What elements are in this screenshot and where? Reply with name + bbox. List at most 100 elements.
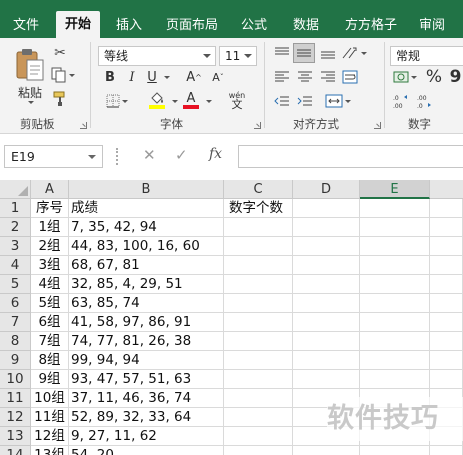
increase-decimal-button[interactable]: .0.00 bbox=[390, 92, 412, 110]
merge-center-button[interactable] bbox=[318, 92, 358, 110]
wrap-text-button[interactable] bbox=[340, 68, 360, 86]
cell-d9[interactable] bbox=[293, 351, 360, 370]
align-bottom-button[interactable] bbox=[318, 44, 338, 62]
cell-b12[interactable]: 52, 89, 32, 33, 64 bbox=[69, 408, 224, 427]
align-top-button[interactable] bbox=[272, 44, 292, 62]
cell-f3[interactable] bbox=[430, 237, 463, 256]
row-header[interactable]: 8 bbox=[0, 332, 31, 351]
row-header[interactable]: 9 bbox=[0, 351, 31, 370]
cell-e5[interactable] bbox=[360, 275, 430, 294]
select-all-button[interactable] bbox=[0, 180, 31, 199]
column-header-b[interactable]: B bbox=[69, 180, 224, 199]
row-header[interactable]: 5 bbox=[0, 275, 31, 294]
row-header[interactable]: 10 bbox=[0, 370, 31, 389]
formula-input[interactable] bbox=[238, 145, 463, 168]
cell-b3[interactable]: 44, 83, 100, 16, 60 bbox=[69, 237, 224, 256]
cell-d6[interactable] bbox=[293, 294, 360, 313]
insert-function-button[interactable]: fx bbox=[209, 146, 222, 162]
row-header[interactable]: 3 bbox=[0, 237, 31, 256]
row-header[interactable]: 6 bbox=[0, 294, 31, 313]
cell-c11[interactable] bbox=[224, 389, 293, 408]
decrease-indent-button[interactable] bbox=[272, 92, 292, 110]
cell-b8[interactable]: 74, 77, 81, 26, 38 bbox=[69, 332, 224, 351]
percent-style-button[interactable]: % bbox=[424, 67, 444, 87]
decrease-decimal-button[interactable]: .00.0 bbox=[414, 92, 436, 110]
bold-button[interactable]: B bbox=[102, 68, 118, 86]
cell-d3[interactable] bbox=[293, 237, 360, 256]
cell-f9[interactable] bbox=[430, 351, 463, 370]
cell-d10[interactable] bbox=[293, 370, 360, 389]
cell-b9[interactable]: 99, 94, 94 bbox=[69, 351, 224, 370]
cell-b2[interactable]: 7, 35, 42, 94 bbox=[69, 218, 224, 237]
cell-b1[interactable]: 成绩 bbox=[69, 199, 224, 218]
increase-indent-button[interactable] bbox=[295, 92, 315, 110]
cell-a10[interactable]: 9组 bbox=[31, 370, 69, 389]
cell-a8[interactable]: 7组 bbox=[31, 332, 69, 351]
column-header-e[interactable]: E bbox=[360, 180, 430, 199]
column-header-f[interactable] bbox=[430, 180, 463, 199]
row-header[interactable]: 12 bbox=[0, 408, 31, 427]
cell-c10[interactable] bbox=[224, 370, 293, 389]
format-painter-button[interactable] bbox=[50, 90, 70, 108]
cell-f2[interactable] bbox=[430, 218, 463, 237]
row-header[interactable]: 11 bbox=[0, 389, 31, 408]
row-header[interactable]: 2 bbox=[0, 218, 31, 237]
font-size-select[interactable]: 11 bbox=[219, 46, 257, 66]
cell-a13[interactable]: 12组 bbox=[31, 427, 69, 446]
column-header-c[interactable]: C bbox=[224, 180, 293, 199]
phonetic-button[interactable]: wén 文 bbox=[222, 90, 252, 110]
cell-e6[interactable] bbox=[360, 294, 430, 313]
cell-c14[interactable] bbox=[224, 446, 293, 455]
text-direction-button[interactable] bbox=[340, 44, 368, 62]
cell-e10[interactable] bbox=[360, 370, 430, 389]
cell-f4[interactable] bbox=[430, 256, 463, 275]
cell-f1[interactable] bbox=[430, 199, 463, 218]
cell-b13[interactable]: 9, 27, 11, 62 bbox=[69, 427, 224, 446]
font-color-dropdown-icon[interactable] bbox=[206, 100, 212, 103]
cell-f10[interactable] bbox=[430, 370, 463, 389]
cell-c12[interactable] bbox=[224, 408, 293, 427]
decrease-font-button[interactable]: Aˇ bbox=[208, 68, 228, 86]
cell-d1[interactable] bbox=[293, 199, 360, 218]
fill-color-dropdown-icon[interactable] bbox=[172, 100, 178, 103]
increase-font-button[interactable]: A ^ bbox=[184, 68, 204, 86]
cell-b7[interactable]: 41, 58, 97, 86, 91 bbox=[69, 313, 224, 332]
cut-button[interactable]: ✂ bbox=[50, 44, 70, 62]
cell-b6[interactable]: 63, 85, 74 bbox=[69, 294, 224, 313]
cell-a4[interactable]: 3组 bbox=[31, 256, 69, 275]
cell-c5[interactable] bbox=[224, 275, 293, 294]
row-header[interactable]: 13 bbox=[0, 427, 31, 446]
row-header[interactable]: 7 bbox=[0, 313, 31, 332]
font-color-button[interactable]: A bbox=[180, 90, 202, 110]
row-header[interactable]: 1 bbox=[0, 199, 31, 218]
cell-b5[interactable]: 32, 85, 4, 29, 51 bbox=[69, 275, 224, 294]
underline-dropdown-icon[interactable] bbox=[164, 76, 170, 79]
font-name-select[interactable]: 等线 bbox=[98, 46, 216, 66]
cell-c6[interactable] bbox=[224, 294, 293, 313]
cell-d8[interactable] bbox=[293, 332, 360, 351]
cell-c8[interactable] bbox=[224, 332, 293, 351]
cell-c3[interactable] bbox=[224, 237, 293, 256]
cell-e14[interactable] bbox=[360, 446, 430, 455]
cell-b4[interactable]: 68, 67, 81 bbox=[69, 256, 224, 275]
cell-f8[interactable] bbox=[430, 332, 463, 351]
clipboard-launcher-icon[interactable] bbox=[80, 122, 87, 129]
row-header[interactable]: 4 bbox=[0, 256, 31, 275]
cell-e3[interactable] bbox=[360, 237, 430, 256]
borders-button[interactable] bbox=[100, 92, 134, 110]
accounting-format-button[interactable] bbox=[390, 68, 420, 86]
cell-d5[interactable] bbox=[293, 275, 360, 294]
font-launcher-icon[interactable] bbox=[254, 122, 261, 129]
cell-e2[interactable] bbox=[360, 218, 430, 237]
cell-f5[interactable] bbox=[430, 275, 463, 294]
cell-d7[interactable] bbox=[293, 313, 360, 332]
alignment-launcher-icon[interactable] bbox=[374, 122, 381, 129]
underline-button[interactable]: U bbox=[144, 68, 160, 86]
cell-c13[interactable] bbox=[224, 427, 293, 446]
cell-b11[interactable]: 37, 11, 46, 36, 74 bbox=[69, 389, 224, 408]
comma-style-button[interactable]: 9 bbox=[448, 67, 463, 87]
cell-b14[interactable]: 54, 20 bbox=[69, 446, 224, 455]
enter-check-icon[interactable]: ✓ bbox=[175, 146, 188, 164]
cell-e9[interactable] bbox=[360, 351, 430, 370]
cell-d4[interactable] bbox=[293, 256, 360, 275]
